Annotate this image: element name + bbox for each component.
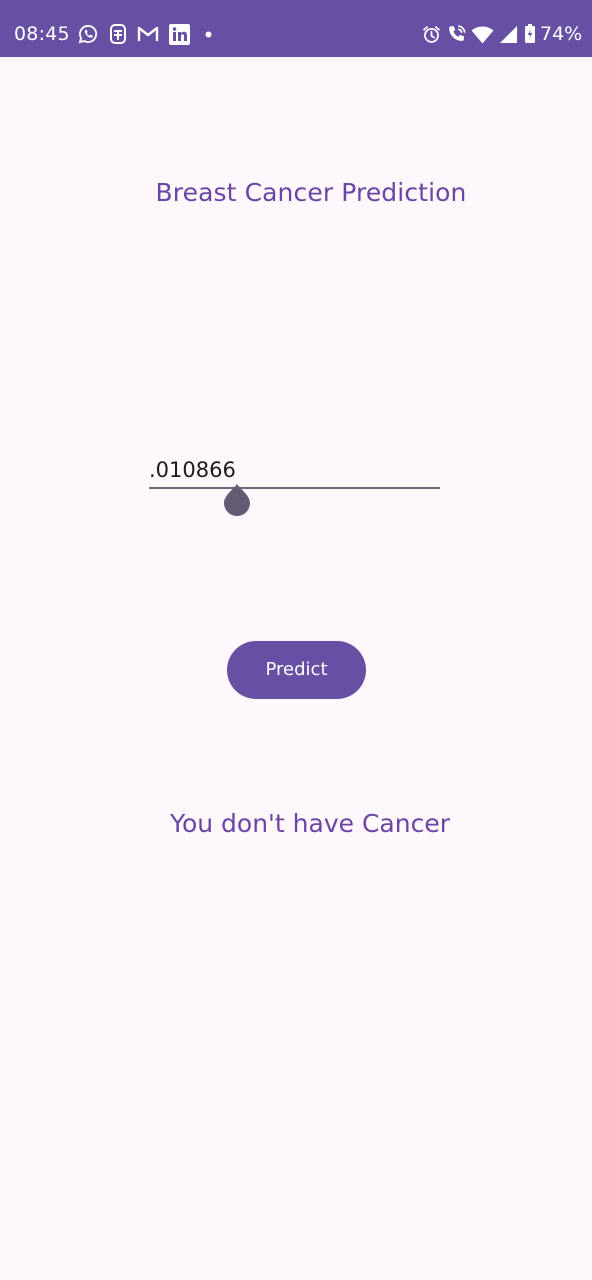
gmail-icon	[136, 22, 160, 46]
battery-percentage: 74%	[540, 23, 583, 45]
battery-icon	[523, 22, 537, 46]
feature-value-input[interactable]: .010866	[149, 452, 440, 490]
notification-app-icon	[107, 22, 129, 46]
wifi-calling-icon	[445, 22, 469, 46]
more-notifications-dot	[202, 22, 214, 46]
prediction-result: You don't have Cancer	[170, 809, 450, 838]
cellular-signal-icon	[497, 22, 519, 46]
predict-button[interactable]: Predict	[227, 641, 366, 699]
feature-value-text[interactable]: .010866	[149, 456, 236, 484]
linkedin-icon	[167, 22, 191, 46]
status-bar: 08:45 74%	[0, 0, 592, 57]
page-title: Breast Cancer Prediction	[155, 178, 467, 207]
text-cursor-handle[interactable]	[223, 483, 251, 517]
whatsapp-icon	[76, 22, 100, 46]
status-time: 08:45	[14, 23, 70, 45]
input-underline	[149, 487, 440, 489]
alarm-icon	[420, 22, 442, 46]
wifi-icon	[470, 22, 494, 46]
